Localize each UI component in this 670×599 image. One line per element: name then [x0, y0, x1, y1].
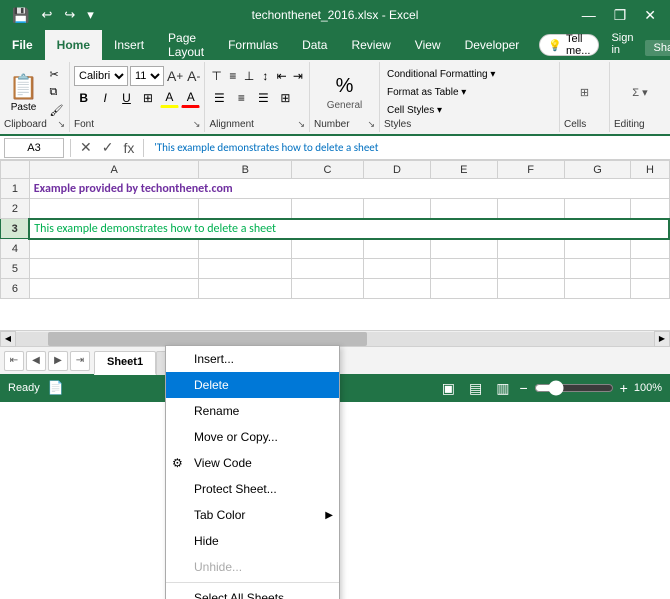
menu-item-move-copy-label: Move or Copy... — [194, 430, 278, 444]
menu-item-protect-sheet[interactable]: Protect Sheet... — [166, 476, 339, 502]
context-menu: Insert... Delete Rename Move or Copy... … — [165, 345, 340, 599]
submenu-arrow-icon: ▶ — [325, 510, 333, 521]
menu-item-view-code[interactable]: ⚙ View Code — [166, 450, 339, 476]
menu-item-select-all-sheets[interactable]: Select All Sheets — [166, 585, 339, 599]
menu-item-delete[interactable]: Delete — [166, 372, 339, 398]
menu-item-insert[interactable]: Insert... — [166, 346, 339, 372]
menu-item-unhide[interactable]: Unhide... — [166, 554, 339, 580]
menu-item-view-code-label: View Code — [194, 456, 252, 470]
menu-item-rename[interactable]: Rename — [166, 398, 339, 424]
menu-item-protect-sheet-label: Protect Sheet... — [194, 482, 277, 496]
menu-item-unhide-label: Unhide... — [194, 560, 242, 574]
menu-item-select-all-sheets-label: Select All Sheets — [194, 591, 284, 599]
menu-item-hide[interactable]: Hide — [166, 528, 339, 554]
context-menu-overlay: Insert... Delete Rename Move or Copy... … — [0, 0, 670, 599]
menu-item-rename-label: Rename — [194, 404, 239, 418]
menu-item-delete-label: Delete — [194, 378, 229, 392]
menu-item-tab-color[interactable]: Tab Color ▶ — [166, 502, 339, 528]
menu-item-insert-label: Insert... — [194, 352, 234, 366]
menu-item-hide-label: Hide — [194, 534, 219, 548]
view-code-menu-icon: ⚙ — [172, 456, 183, 470]
menu-separator — [166, 582, 339, 583]
menu-item-move-copy[interactable]: Move or Copy... — [166, 424, 339, 450]
menu-item-tab-color-label: Tab Color — [194, 508, 245, 522]
